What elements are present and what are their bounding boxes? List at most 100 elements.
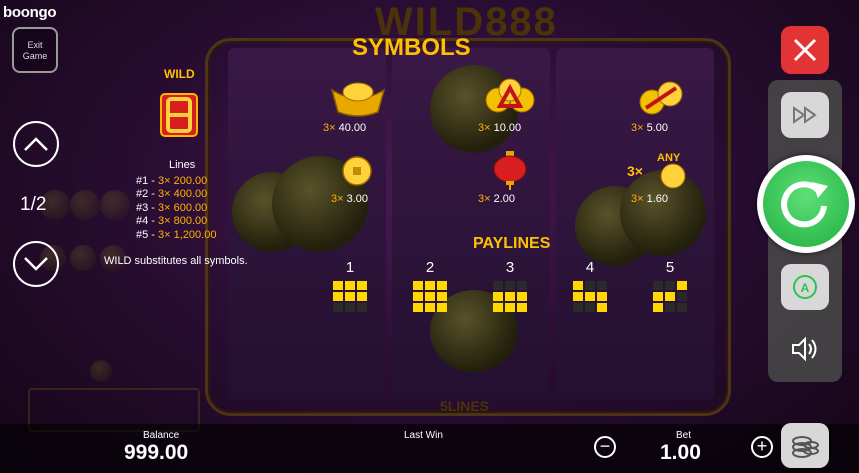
payline-cell bbox=[665, 292, 675, 301]
wild-label: WILD bbox=[164, 67, 195, 81]
list-item: #3 - 3× 600.00 bbox=[136, 201, 208, 214]
bet-value: 1.00 bbox=[660, 441, 701, 464]
symbol-pay: 3× 40.00 bbox=[323, 122, 367, 134]
symbol-pay: 3× 2.00 bbox=[478, 193, 516, 205]
close-button[interactable] bbox=[781, 26, 829, 74]
payline-cell bbox=[437, 292, 447, 301]
close-icon bbox=[793, 38, 817, 62]
exit-label-line2: Game bbox=[22, 51, 48, 61]
wild-lines-list: #1 - 3× 200.00 #2 - 3× 400.00 #3 - 3× 60… bbox=[136, 175, 216, 242]
payline-cell bbox=[573, 281, 583, 290]
payline-cell bbox=[653, 303, 663, 312]
wild-note: WILD substitutes all symbols. bbox=[104, 255, 248, 267]
payline-cell bbox=[517, 292, 527, 301]
payline-cell bbox=[517, 281, 527, 290]
payline-cell bbox=[573, 292, 583, 301]
payline-cell bbox=[597, 281, 607, 290]
speaker-icon bbox=[792, 336, 817, 362]
bet-levels-button[interactable] bbox=[781, 423, 829, 468]
payline-number: 1 bbox=[345, 259, 355, 276]
payline-cell bbox=[573, 303, 583, 312]
payline-number: 4 bbox=[585, 259, 595, 276]
payline-grid bbox=[653, 281, 687, 312]
symbol-pay: 3× 10.00 bbox=[478, 122, 522, 134]
autoplay-icon: A bbox=[793, 275, 817, 299]
autoplay-button[interactable]: A bbox=[781, 264, 829, 310]
payline-cell bbox=[345, 303, 355, 312]
payline-cell bbox=[437, 303, 447, 312]
bet-label: Bet bbox=[676, 430, 692, 441]
payline-cell bbox=[425, 303, 435, 312]
payline-number: 5 bbox=[665, 259, 675, 276]
payline-cell bbox=[333, 281, 343, 290]
wild-888-icon bbox=[160, 93, 198, 137]
page-indicator: 1/2 bbox=[20, 194, 47, 215]
last-win-label: Last Win bbox=[404, 430, 443, 441]
payline-cell bbox=[425, 292, 435, 301]
payline-1: 1 bbox=[330, 259, 370, 312]
payline-cell bbox=[665, 281, 675, 290]
page-down-button[interactable] bbox=[13, 241, 59, 287]
coin-stack-icon bbox=[792, 435, 819, 458]
bet-increase-button[interactable]: + bbox=[751, 436, 773, 458]
payline-4: 4 bbox=[570, 259, 610, 312]
single-coin-icon bbox=[342, 156, 372, 186]
payline-cell bbox=[493, 303, 503, 312]
payline-5: 5 bbox=[650, 259, 690, 312]
payline-cell bbox=[677, 281, 687, 290]
payline-2: 2 bbox=[410, 259, 450, 312]
turbo-button[interactable] bbox=[781, 92, 829, 138]
bet-decrease-button[interactable]: − bbox=[594, 436, 616, 458]
payline-number: 2 bbox=[425, 259, 435, 276]
exit-game-button[interactable]: Exit Game bbox=[12, 27, 58, 73]
payline-cell bbox=[597, 303, 607, 312]
payline-cell bbox=[585, 292, 595, 301]
svg-text:A: A bbox=[801, 281, 810, 295]
payline-cell bbox=[345, 281, 355, 290]
list-item: #2 - 3× 400.00 bbox=[136, 188, 208, 201]
payline-3: 3 bbox=[490, 259, 530, 312]
symbol-pay: 3× 5.00 bbox=[631, 122, 669, 134]
payline-cell bbox=[357, 292, 367, 301]
paylines-title: PAYLINES bbox=[473, 235, 551, 252]
payline-cell bbox=[585, 281, 595, 290]
payline-cell bbox=[517, 303, 527, 312]
payline-cell bbox=[653, 292, 663, 301]
gold-ingot-icon bbox=[330, 82, 386, 117]
payline-cell bbox=[413, 303, 423, 312]
spin-button-face bbox=[763, 161, 849, 247]
payline-cell bbox=[357, 303, 367, 312]
payline-cell bbox=[505, 292, 515, 301]
chevron-up-icon bbox=[24, 137, 48, 151]
list-item: #4 - 3× 800.00 bbox=[136, 215, 208, 228]
exit-label-line1: Exit bbox=[27, 40, 43, 50]
lines-heading: Lines bbox=[169, 159, 196, 171]
payline-cell bbox=[333, 292, 343, 301]
spin-button[interactable] bbox=[757, 155, 855, 253]
list-item: #1 - 3× 200.00 bbox=[136, 175, 208, 187]
fast-forward-icon bbox=[793, 106, 817, 124]
payline-cell bbox=[493, 281, 503, 290]
page-up-button[interactable] bbox=[13, 121, 59, 167]
sound-button[interactable] bbox=[781, 326, 829, 372]
plus-icon: + bbox=[756, 436, 768, 456]
balance-value: 999.00 bbox=[124, 441, 189, 464]
symbol-pay: 3× 3.00 bbox=[331, 193, 369, 205]
payline-grid bbox=[493, 281, 527, 312]
red-lantern-icon bbox=[493, 151, 527, 190]
any-coin-icon bbox=[660, 163, 686, 189]
payline-cell bbox=[413, 281, 423, 290]
payline-cell bbox=[505, 281, 515, 290]
payline-cell bbox=[653, 281, 663, 290]
payline-cell bbox=[677, 292, 687, 301]
list-item: #5 - 3× 1,200.00 bbox=[136, 228, 217, 241]
payline-grid bbox=[333, 281, 367, 312]
payline-cell bbox=[333, 303, 343, 312]
payline-cell bbox=[677, 303, 687, 312]
payline-cell bbox=[585, 303, 595, 312]
payline-cell bbox=[425, 281, 435, 290]
refresh-icon bbox=[781, 181, 828, 228]
two-coins-icon bbox=[639, 81, 683, 115]
brand-logo: boongo bbox=[3, 4, 57, 21]
payline-cell bbox=[413, 292, 423, 301]
